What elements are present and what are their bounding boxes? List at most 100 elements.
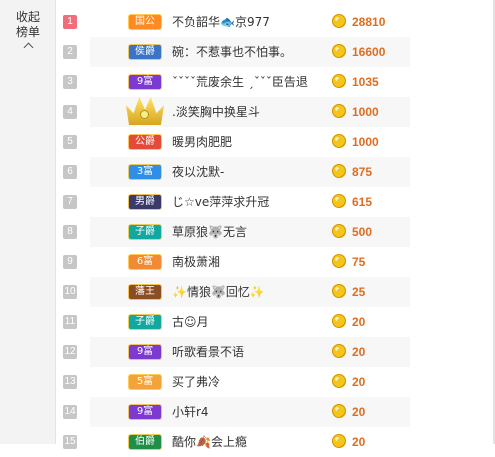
ranking-row[interactable]: 3 9富 ˇˇˇˇ荒废余生 ˏˇˇˇ臣告退 1035 [57,67,495,97]
title-badge: 5富 [128,374,162,390]
title-badge: 子爵 [128,314,162,330]
rank-number: 7 [63,195,77,209]
collapse-ranking-button[interactable]: 收起榜单 [0,10,56,53]
ranking-row[interactable]: 8 子爵 草原狼🐺无言 500 [57,217,495,247]
coin-icon [332,374,346,388]
title-badge: 藩王 [128,284,162,300]
rank-number: 13 [63,375,77,389]
user-name[interactable]: 古☺月 [172,307,382,337]
title-badge: 公爵 [128,134,162,150]
title-badge: 侯爵 [128,44,162,60]
ranking-row[interactable]: 5 公爵 暖男肉肥肥 1000 [57,127,495,157]
ranking-row[interactable]: 10 藩王 ✨情狼🐺回忆✨ 25 [57,277,495,307]
contribution-score: 1000 [352,135,379,149]
user-name[interactable]: 夜以沈默- [172,157,382,187]
contribution-score: 16600 [352,45,386,59]
ranking-row[interactable]: 13 5富 买了弗冷 20 [57,367,495,397]
user-name[interactable]: 不负韶华🐟京977 [172,7,382,37]
user-name[interactable]: 小轩r4 [172,397,382,427]
title-badge: 6富 [128,254,162,270]
coin-icon [332,164,346,178]
row-content: 伯爵 酷你🍂会上瘾 20 [90,427,410,457]
coin-icon [332,314,346,328]
rank-number: 5 [63,135,77,149]
title-badge: 子爵 [128,224,162,240]
coin-icon [332,104,346,118]
row-content: 9富 ˇˇˇˇ荒废余生 ˏˇˇˇ臣告退 1035 [90,67,410,97]
user-name[interactable]: 酷你🍂会上瘾 [172,427,382,457]
coin-icon [332,344,346,358]
title-badge: 9富 [128,74,162,90]
user-name[interactable]: じ☆ve萍萍求升冠 [172,187,382,217]
rank-number: 12 [63,345,77,359]
rank-number: 15 [63,435,77,449]
contribution-score: 20 [352,435,366,449]
user-name[interactable]: 买了弗冷 [172,367,382,397]
ranking-row[interactable]: 9 6富 南极萧湘 75 [57,247,495,277]
coin-icon [332,254,346,268]
row-content: 侯爵 碗：不惹事也不怕事。 16600 [90,37,410,67]
user-name[interactable]: 暖男肉肥肥 [172,127,382,157]
coin-icon [332,74,346,88]
row-content: 5富 买了弗冷 20 [90,367,410,397]
user-name[interactable]: 碗：不惹事也不怕事。 [172,37,382,67]
contribution-score: 28810 [352,15,386,29]
collapse-ranking-label: 收起榜单 [15,10,40,39]
title-badge: 3富 [128,164,162,180]
row-content: 6富 南极萧湘 75 [90,247,410,277]
row-content: 国公 不负韶华🐟京977 28810 [90,7,410,37]
row-content: 9富 听歌看景不语 20 [90,337,410,367]
user-name[interactable]: .淡笑胸中换星斗 [172,97,382,127]
contribution-score: 20 [352,345,366,359]
left-panel: 收起榜单 [0,0,56,444]
user-name[interactable]: 草原狼🐺无言 [172,217,382,247]
ranking-row[interactable]: 14 9富 小轩r4 20 [57,397,495,427]
crown-badge [124,97,168,125]
contribution-score: 20 [352,375,366,389]
contribution-score: 25 [352,285,366,299]
row-content: 子爵 古☺月 20 [90,307,410,337]
crown-gem [140,110,149,119]
ranking-row[interactable]: 4 .淡笑胸中换星斗 1000 [57,97,495,127]
rank-number: 14 [63,405,77,419]
ranking-row[interactable]: 7 男爵 じ☆ve萍萍求升冠 615 [57,187,495,217]
title-badge: 9富 [128,404,162,420]
user-name[interactable]: ✨情狼🐺回忆✨ [172,277,382,307]
coin-icon [332,404,346,418]
ranking-list: 1 国公 不负韶华🐟京977 28810 2 侯爵 碗：不惹事也不怕事。 166… [57,7,495,457]
row-content: 9富 小轩r4 20 [90,397,410,427]
rank-number: 9 [63,255,77,269]
title-badge: 伯爵 [128,434,162,450]
coin-icon [332,194,346,208]
coin-icon [332,284,346,298]
row-content: 3富 夜以沈默- 875 [90,157,410,187]
rank-number: 4 [63,105,77,119]
title-badge: 男爵 [128,194,162,210]
ranking-row[interactable]: 12 9富 听歌看景不语 20 [57,337,495,367]
ranking-row[interactable]: 11 子爵 古☺月 20 [57,307,495,337]
ranking-row[interactable]: 2 侯爵 碗：不惹事也不怕事。 16600 [57,37,495,67]
title-badge: 国公 [128,14,162,30]
coin-icon [332,134,346,148]
contribution-score: 1035 [352,75,379,89]
row-content: 藩王 ✨情狼🐺回忆✨ 25 [90,277,410,307]
ranking-row[interactable]: 6 3富 夜以沈默- 875 [57,157,495,187]
user-name[interactable]: 听歌看景不语 [172,337,382,367]
chevron-up-icon [23,42,33,53]
coin-icon [332,224,346,238]
contribution-score: 75 [352,255,366,269]
contribution-score: 20 [352,315,366,329]
title-badge: 9富 [128,344,162,360]
rank-number: 6 [63,165,77,179]
rank-number: 11 [63,315,77,329]
ranking-row[interactable]: 1 国公 不负韶华🐟京977 28810 [57,7,495,37]
user-name[interactable]: ˇˇˇˇ荒废余生 ˏˇˇˇ臣告退 [172,67,382,97]
row-content: 子爵 草原狼🐺无言 500 [90,217,410,247]
coin-icon [332,434,346,448]
rank-number: 3 [63,75,77,89]
ranking-row[interactable]: 15 伯爵 酷你🍂会上瘾 20 [57,427,495,457]
rank-number: 1 [63,15,77,29]
user-name[interactable]: 南极萧湘 [172,247,382,277]
rank-number: 10 [63,285,77,299]
rank-number: 8 [63,225,77,239]
